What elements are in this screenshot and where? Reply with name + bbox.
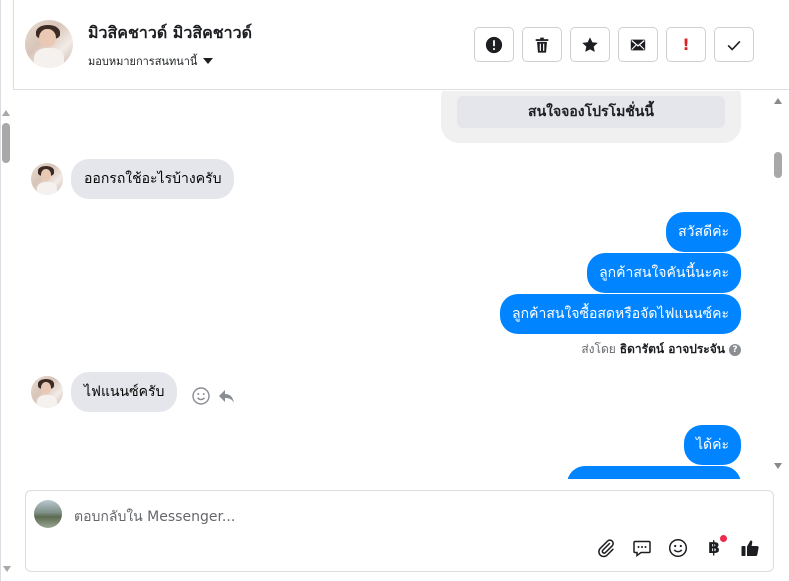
scroll-up-arrow-icon[interactable] [2, 110, 10, 116]
reply-icon[interactable] [217, 386, 237, 406]
scroll-up-arrow-icon[interactable] [774, 98, 782, 104]
sent-by-label: ส่งโดย ธิดารัตน์ อาจประจัน ? [581, 340, 741, 359]
star-icon [582, 36, 598, 52]
message-list-scrollbar[interactable] [771, 91, 785, 479]
book-promotion-button[interactable]: สนใจจองโปรโมชั่นนี้ [457, 96, 725, 128]
mark-done-button[interactable] [714, 27, 754, 62]
outgoing-message-bubble-partial[interactable] [567, 466, 741, 479]
thread-actions: ! [474, 27, 754, 62]
incoming-message-bubble[interactable]: ไฟแนนซ์ครับ [71, 372, 178, 412]
emoji-button[interactable] [667, 537, 689, 559]
attach-button[interactable] [595, 537, 617, 559]
react-smiley-icon[interactable] [191, 386, 211, 406]
outgoing-message-bubble[interactable]: สวัสดีค่ะ [666, 212, 741, 252]
contact-avatar[interactable] [31, 163, 63, 195]
trash-icon [535, 37, 549, 53]
check-icon [727, 40, 741, 51]
smiley-icon [668, 538, 688, 558]
like-button[interactable] [739, 537, 761, 559]
caret-down-icon [203, 58, 214, 64]
scrollbar-thumb[interactable] [2, 123, 10, 163]
payment-button[interactable]: ฿ [703, 535, 727, 559]
saved-replies-button[interactable] [631, 537, 653, 559]
composer-tools: ฿ [595, 535, 761, 559]
outgoing-message-bubble[interactable]: ได้ค่ะ [683, 425, 741, 465]
sent-by-prefix: ส่งโดย [581, 342, 616, 356]
mark-spam-button[interactable] [474, 27, 514, 62]
page-scrollbar[interactable] [1, 91, 12, 581]
notification-dot [720, 535, 727, 542]
contact-name[interactable]: มิวสิคชาวด์ มิวสิคชาวด์ [88, 21, 252, 46]
reply-input[interactable]: ตอบกลับใน Messenger... [74, 506, 235, 528]
incoming-message-row: ออกรถใช้อะไรบ้างครับ [31, 159, 235, 199]
assign-conversation-dropdown[interactable]: มอบหมายการสนทนานี้ [88, 52, 214, 70]
exclamation-icon: ! [682, 35, 690, 54]
assign-label: มอบหมายการสนทนานี้ [88, 55, 198, 68]
outgoing-message-bubble[interactable]: ลูกค้าสนใจคันนี้นะคะ [587, 253, 741, 293]
speech-bubble-icon [633, 540, 651, 557]
thumbs-up-icon [741, 540, 759, 557]
scroll-down-arrow-icon[interactable] [774, 463, 782, 469]
scroll-down-arrow-icon[interactable] [3, 566, 11, 572]
sender-name[interactable]: ธิดารัตน์ อาจประจัน [620, 340, 725, 359]
page-avatar [34, 500, 62, 528]
inbox-thread-panel: มิวสิคชาวด์ มิวสิคชาวด์ มอบหมายการสนทนาน… [0, 0, 789, 581]
baht-icon: ฿ [708, 538, 720, 558]
incoming-message-row: ไฟแนนซ์ครับ [31, 372, 178, 412]
follow-up-button[interactable]: ! [666, 27, 706, 62]
star-button[interactable] [570, 27, 610, 62]
reply-composer: ตอบกลับใน Messenger... ฿ [25, 490, 774, 572]
message-actions [191, 386, 237, 406]
envelope-icon [630, 39, 646, 50]
incoming-message-bubble[interactable]: ออกรถใช้อะไรบ้างครับ [71, 159, 235, 199]
outgoing-message-bubble[interactable]: ลูกค้าสนใจซื้อสดหรือจัดไฟแนนซ์คะ [500, 294, 741, 334]
scrollbar-thumb[interactable] [774, 152, 782, 178]
message-list: สนใจจองโปรโมชั่นนี้ ออกรถใช้อะไรบ้างครับ… [13, 91, 770, 479]
exclamation-circle-icon [485, 36, 503, 53]
thread-header: มิวสิคชาวด์ มิวสิคชาวด์ มอบหมายการสนทนาน… [13, 0, 789, 90]
paperclip-icon [598, 539, 614, 558]
delete-button[interactable] [522, 27, 562, 62]
contact-avatar[interactable] [31, 376, 63, 408]
promotion-card: สนใจจองโปรโมชั่นนี้ [441, 91, 741, 143]
help-icon[interactable]: ? [729, 343, 741, 356]
mark-unread-button[interactable] [618, 27, 658, 62]
contact-avatar[interactable] [25, 20, 73, 68]
